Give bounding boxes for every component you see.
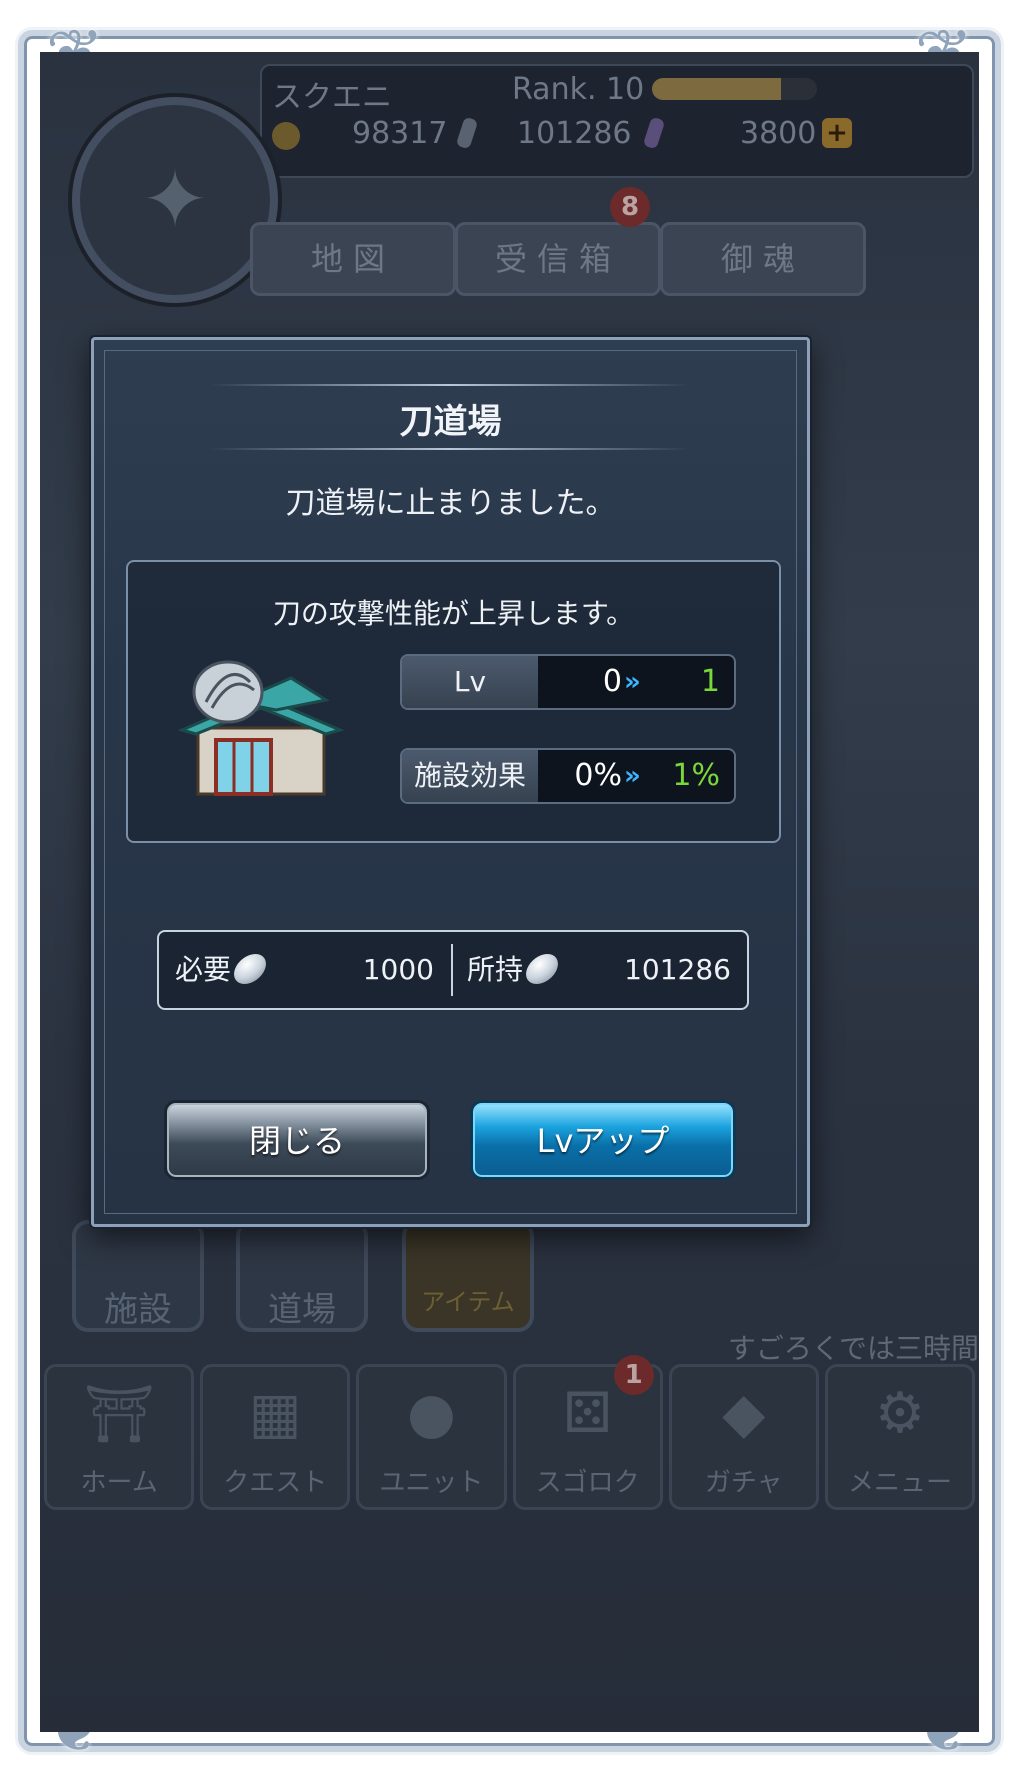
gear-icon: ⚙ bbox=[874, 1381, 926, 1446]
title-divider bbox=[209, 384, 689, 386]
cost-divider bbox=[451, 944, 453, 996]
facility-dialog: 刀道場 刀道場に止まりました。 刀の攻撃性能が上昇します。 Lv 0 » 1 施… bbox=[91, 337, 810, 1227]
dialog-message: 刀道場に止まりました。 bbox=[285, 486, 616, 521]
level-stat-row: Lv 0 » 1 bbox=[400, 654, 736, 710]
people-icon: ● bbox=[406, 1381, 456, 1446]
coin-amount: 101286 bbox=[517, 116, 632, 151]
bottom-nav: ⛩ ホーム ▦ クエスト ● ユニット ⚄ スゴロク 1 ◆ ガチャ ⚙ メニュー bbox=[40, 1355, 979, 1510]
gold-amount: 98317 bbox=[352, 116, 448, 151]
effect-stat-row: 施設効果 0% » 1% bbox=[400, 748, 736, 804]
inbox-button[interactable]: 受信箱 bbox=[455, 222, 661, 296]
status-bar: スクエニ Rank. 10 98317 101286 3800 + bbox=[260, 64, 974, 178]
ticker-text: すごろくでは三時間 bbox=[727, 1332, 979, 1365]
nav-sugoroku[interactable]: ⚄ スゴロク 1 bbox=[512, 1355, 663, 1510]
nav-home[interactable]: ⛩ ホーム bbox=[44, 1364, 195, 1510]
cost-panel: 必要 1000 所持 101286 bbox=[157, 930, 749, 1010]
add-gem-button[interactable]: + bbox=[822, 118, 852, 148]
item-button[interactable]: アイテム bbox=[402, 1220, 534, 1332]
required-value: 1000 bbox=[362, 953, 434, 986]
gem-icon bbox=[642, 116, 666, 150]
facility-description: 刀の攻撃性能が上昇します。 bbox=[272, 597, 635, 630]
sugoroku-badge: 1 bbox=[613, 1355, 654, 1395]
title-divider bbox=[209, 448, 689, 450]
level-up-button[interactable]: Lvアップ bbox=[470, 1100, 736, 1180]
nav-gacha[interactable]: ◆ ガチャ bbox=[668, 1364, 819, 1510]
nav-unit[interactable]: ● ユニット bbox=[356, 1364, 507, 1510]
dialog-title: 刀道場 bbox=[399, 402, 502, 442]
nav-menu[interactable]: ⚙ メニュー bbox=[824, 1364, 976, 1510]
nav-quest[interactable]: ▦ クエスト bbox=[200, 1364, 351, 1510]
inbox-badge: 8 bbox=[610, 187, 650, 227]
dojo-button[interactable]: 道場 bbox=[236, 1220, 368, 1332]
owned-value: 101286 bbox=[624, 953, 731, 986]
facility-info-panel: 刀の攻撃性能が上昇します。 Lv 0 » 1 施設効果 0% » 1% bbox=[126, 560, 781, 843]
coin-icon bbox=[521, 954, 563, 984]
rank-progress-bar bbox=[652, 78, 817, 100]
crystal-icon: ◆ bbox=[722, 1381, 766, 1446]
player-name: スクエニ bbox=[272, 80, 392, 115]
effect-current: 0% bbox=[574, 758, 622, 793]
effect-next: 1% bbox=[672, 758, 720, 793]
owned-label: 所持 bbox=[467, 953, 524, 986]
level-next: 1 bbox=[700, 664, 720, 699]
double-chevron-right-icon: » bbox=[624, 667, 641, 697]
required-label: 必要 bbox=[175, 953, 232, 986]
dojo-building-icon bbox=[177, 660, 345, 796]
mitama-button[interactable]: 御魂 bbox=[660, 222, 866, 296]
rank-label: Rank. 10 bbox=[512, 72, 645, 107]
map-button[interactable]: 地図 bbox=[250, 222, 456, 296]
double-chevron-right-icon: » bbox=[624, 761, 641, 791]
level-current: 0 bbox=[602, 664, 622, 699]
coin-icon bbox=[229, 954, 271, 984]
silver-coin-icon bbox=[455, 116, 479, 150]
gold-coin-icon bbox=[272, 122, 300, 150]
avatar[interactable]: ✦ bbox=[72, 97, 278, 303]
facility-button[interactable]: 施設 bbox=[72, 1220, 204, 1332]
close-button[interactable]: 閉じる bbox=[164, 1100, 430, 1180]
castle-icon: ⛩ bbox=[83, 1382, 155, 1447]
effect-label: 施設効果 bbox=[402, 750, 538, 802]
level-label: Lv bbox=[402, 656, 538, 708]
map-icon: ▦ bbox=[248, 1381, 302, 1446]
gem-amount: 3800 bbox=[740, 116, 817, 151]
